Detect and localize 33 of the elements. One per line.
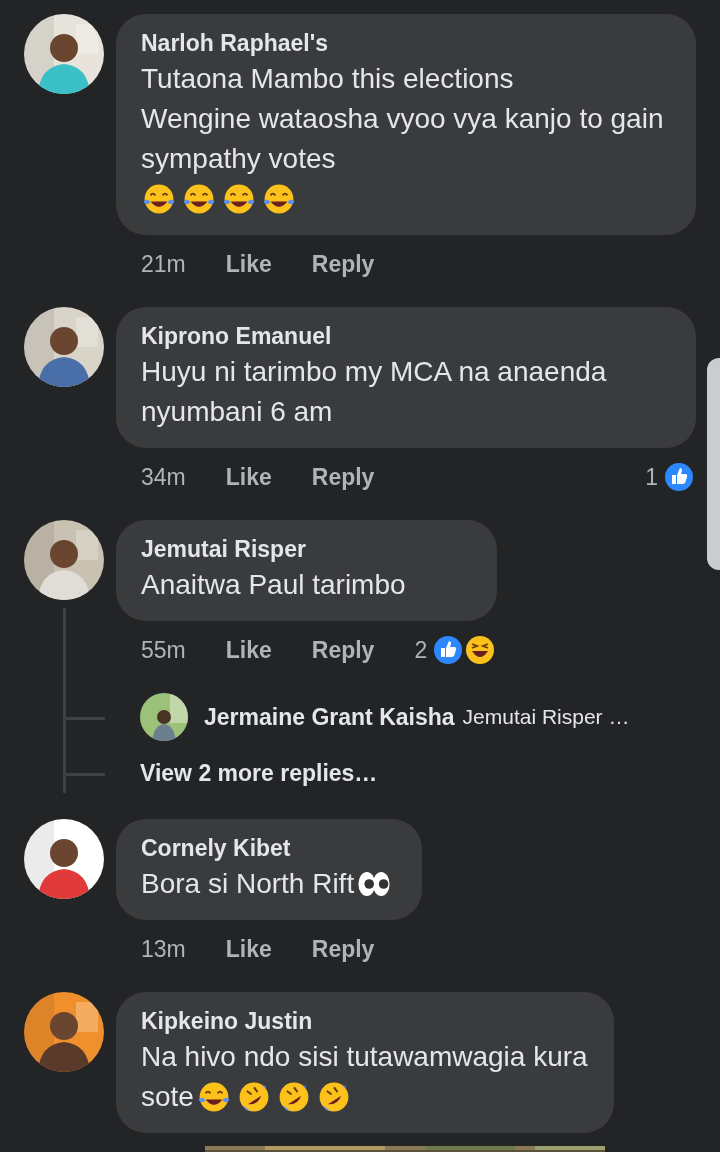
comment-time: 55m [141,636,186,664]
view-more-replies-link[interactable]: View 2 more replies… [140,759,378,787]
comment-text: Anaitwa Paul tarimbo [141,568,406,602]
thumbs-up-reaction-icon[interactable] [664,462,694,492]
comment-action-link[interactable]: Reply [311,463,375,491]
comment-time: 21m [141,250,186,278]
reply-preview-text[interactable]: Jemutai Risper … [462,705,630,729]
comment-action-link[interactable]: Like [225,935,272,963]
comment-time: 34m [141,463,186,491]
comment-text: Bora si North Rift [141,867,355,901]
comment-text: sote [141,1080,194,1114]
author-name[interactable]: Narloh Raphael's [141,27,670,59]
comment-time: 13m [141,935,186,963]
author-name[interactable]: Jemutai Risper [141,533,472,565]
reply-author-name[interactable]: Jermaine Grant Kaisha [204,703,455,731]
author-name[interactable]: Kipkeino Justin [141,1005,588,1037]
comment-text: Tutaona Mambo this elections [141,62,514,96]
comment-text: Huyu ni tarimbo my MCA na anaenda nyumbani 6 am [141,355,608,429]
author-name[interactable]: Cornely Kibet [141,832,397,864]
author-name[interactable]: Kiprono Emanuel [141,320,670,352]
thumbs-up-reaction-icon[interactable] [433,635,464,665]
laughing-reaction-icon[interactable] [465,635,496,665]
comment-action-link[interactable]: Like [225,463,272,491]
comment-action-link[interactable]: Reply [311,636,375,664]
comment-action-link[interactable]: Reply [311,935,375,963]
comment-text: Wengine wataosha vyoo vya kanjo to gain sympathy votes [141,102,665,176]
reaction-count[interactable]: 2 [414,636,428,664]
comment-action-link[interactable]: Reply [311,250,375,278]
scroll-bar[interactable] [707,358,720,570]
reaction-count[interactable]: 1 [645,463,658,491]
comment-action-link[interactable]: Like [225,250,272,278]
comment-text: Na hivo ndo sisi tutawamwagia kura [141,1040,588,1074]
comment-action-link[interactable]: Like [225,636,272,664]
